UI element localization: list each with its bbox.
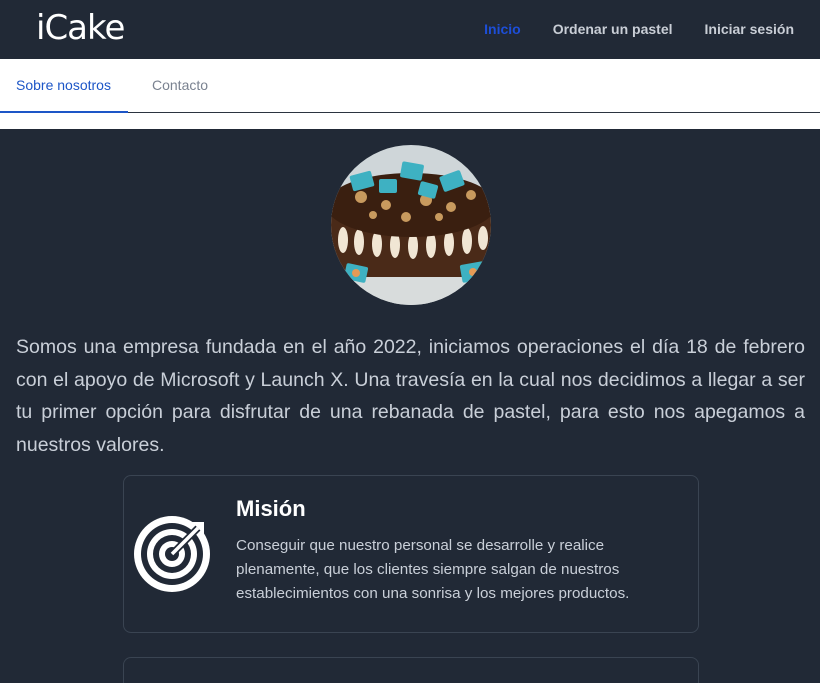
target-icon: [132, 514, 212, 594]
main-nav: Inicio Ordenar un pastel Iniciar sesión: [484, 21, 794, 37]
tab-contacto[interactable]: Contacto: [152, 59, 208, 113]
cake-image: [331, 145, 491, 305]
top-navbar: iCake Inicio Ordenar un pastel Iniciar s…: [0, 0, 820, 59]
intro-paragraph: Somos una empresa fundada en el año 2022…: [16, 336, 805, 456]
tab-bar: Sobre nosotros Contacto: [0, 59, 820, 113]
tab-sobre-nosotros[interactable]: Sobre nosotros: [0, 59, 128, 113]
mission-card: Misión Conseguir que nuestro personal se…: [123, 475, 699, 633]
mission-title: Misión: [236, 496, 306, 521]
nav-link-ordenar[interactable]: Ordenar un pastel: [553, 21, 673, 37]
tab-panel-top: [0, 113, 820, 129]
logo[interactable]: iCake: [36, 8, 125, 48]
mission-text: Conseguir que nuestro personal se desarr…: [236, 537, 630, 602]
nav-link-inicio[interactable]: Inicio: [484, 21, 521, 37]
nav-link-iniciar-sesion[interactable]: Iniciar sesión: [705, 21, 794, 37]
next-card: [123, 657, 699, 683]
